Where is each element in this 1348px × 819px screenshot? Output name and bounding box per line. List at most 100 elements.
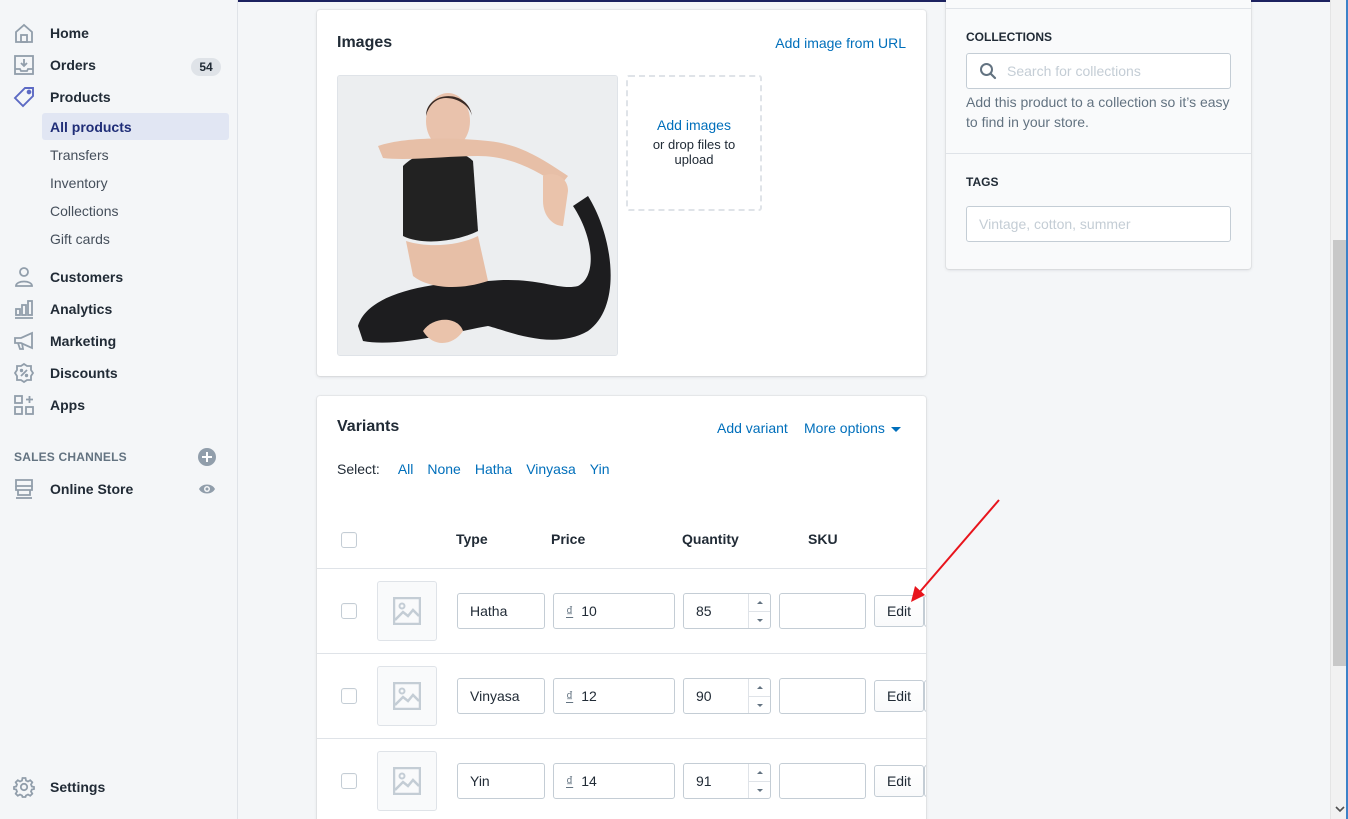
variant-price-input[interactable]: ₫ 12 <box>553 678 675 714</box>
organization-card: COLLECTIONS Add this product to a collec… <box>946 0 1251 269</box>
store-icon <box>12 478 36 500</box>
image-placeholder-icon <box>393 767 421 795</box>
sidebar-item-label: Home <box>50 25 89 41</box>
variant-action-button-partial[interactable] <box>924 595 926 627</box>
variant-image-placeholder[interactable] <box>377 581 437 641</box>
variants-card-title: Variants <box>337 418 400 435</box>
increment-button[interactable] <box>749 764 770 781</box>
sidebar-item-settings[interactable]: Settings <box>0 773 238 801</box>
increment-button[interactable] <box>749 679 770 696</box>
variant-action-button-partial[interactable] <box>924 765 926 797</box>
price-value: 12 <box>581 688 597 704</box>
select-yin-link[interactable]: Yin <box>590 461 610 477</box>
variant-price-input[interactable]: ₫ 10 <box>553 593 675 629</box>
variant-quantity-input[interactable]: 90 <box>683 678 771 714</box>
image-placeholder-icon <box>393 597 421 625</box>
sidebar-subitem-collections[interactable]: Collections <box>42 197 229 224</box>
select-none-link[interactable]: None <box>427 461 460 477</box>
image-placeholder-icon <box>393 682 421 710</box>
increment-button[interactable] <box>749 594 770 611</box>
scrollbar-thumb[interactable] <box>1333 240 1347 666</box>
sidebar-item-label: Apps <box>50 397 85 413</box>
variant-sku-input[interactable] <box>779 593 866 629</box>
more-options-label: More options <box>804 420 885 436</box>
image-dropzone[interactable]: Add images or drop files to upload <box>626 75 762 211</box>
sidebar-item-marketing[interactable]: Marketing <box>0 327 238 355</box>
currency-symbol: ₫ <box>566 688 574 704</box>
scroll-down-arrow-icon[interactable] <box>1335 804 1345 814</box>
sidebar-item-home[interactable]: Home <box>0 19 238 47</box>
arrow-down-icon <box>756 788 763 792</box>
variant-action-button-partial[interactable] <box>924 680 926 712</box>
select-all-link[interactable]: All <box>398 461 414 477</box>
variant-quantity-input[interactable]: 85 <box>683 593 771 629</box>
sidebar-item-customers[interactable]: Customers <box>0 263 238 291</box>
add-image-from-url-link[interactable]: Add image from URL <box>775 35 906 51</box>
variant-checkbox[interactable] <box>341 603 357 619</box>
sidebar-item-discounts[interactable]: Discounts <box>0 359 238 387</box>
quantity-stepper <box>748 764 770 798</box>
tags-heading: TAGS <box>966 175 999 189</box>
add-sales-channel-button[interactable] <box>198 448 216 466</box>
variant-image-placeholder[interactable] <box>377 666 437 726</box>
edit-variant-button[interactable]: Edit <box>874 680 924 712</box>
collections-heading: COLLECTIONS <box>966 30 1052 44</box>
annotation-arrow-shaft <box>917 499 1000 595</box>
variant-sku-input[interactable] <box>779 763 866 799</box>
sidebar-subitem-all-products[interactable]: All products <box>42 113 229 140</box>
column-header-price: Price <box>551 531 586 547</box>
variant-type-input[interactable]: Vinyasa <box>457 678 545 714</box>
images-card-title: Images <box>337 34 393 51</box>
select-all-variants-checkbox[interactable] <box>341 532 357 548</box>
sidebar-subitem-gift-cards[interactable]: Gift cards <box>42 225 229 252</box>
orders-icon <box>12 54 36 76</box>
price-value: 10 <box>581 603 597 619</box>
orders-count-badge: 54 <box>191 58 221 76</box>
column-header-quantity: Quantity <box>682 531 739 547</box>
tags-input[interactable] <box>966 206 1231 242</box>
dropzone-hint: or drop files to upload <box>652 137 736 167</box>
select-hatha-link[interactable]: Hatha <box>475 461 512 477</box>
quantity-stepper <box>748 679 770 713</box>
sidebar-subitem-transfers[interactable]: Transfers <box>42 141 229 168</box>
sidebar-subitem-inventory[interactable]: Inventory <box>42 169 229 196</box>
collections-search-wrapper <box>966 53 1231 89</box>
more-options-dropdown[interactable]: More options <box>804 420 901 436</box>
divider <box>317 738 926 739</box>
price-value: 14 <box>581 773 597 789</box>
sidebar-item-apps[interactable]: Apps <box>0 391 238 419</box>
images-card: Images Add image from URL Add images or … <box>317 10 926 376</box>
person-icon <box>12 266 36 288</box>
view-store-eye-icon[interactable] <box>198 482 216 496</box>
column-header-type: Type <box>456 531 488 547</box>
sidebar-item-orders[interactable]: Orders 54 <box>0 51 238 79</box>
sidebar-item-products[interactable]: Products <box>0 83 238 111</box>
variant-checkbox[interactable] <box>341 688 357 704</box>
sidebar-item-label: Orders <box>50 57 96 73</box>
variant-image-placeholder[interactable] <box>377 751 437 811</box>
sidebar-item-analytics[interactable]: Analytics <box>0 295 238 323</box>
add-images-link[interactable]: Add images <box>628 117 760 133</box>
arrow-down-icon <box>756 703 763 707</box>
variant-type-input[interactable]: Hatha <box>457 593 545 629</box>
decrement-button[interactable] <box>749 611 770 628</box>
sidebar-item-label: Discounts <box>50 365 118 381</box>
variant-quantity-input[interactable]: 91 <box>683 763 771 799</box>
home-icon <box>12 22 36 44</box>
variant-checkbox[interactable] <box>341 773 357 789</box>
variant-sku-input[interactable] <box>779 678 866 714</box>
quantity-stepper <box>748 594 770 628</box>
caret-down-icon <box>890 426 901 432</box>
arrow-up-icon <box>756 601 763 604</box>
variant-price-input[interactable]: ₫ 14 <box>553 763 675 799</box>
edit-variant-button[interactable]: Edit <box>874 595 924 627</box>
add-variant-link[interactable]: Add variant <box>717 420 788 436</box>
select-vinyasa-link[interactable]: Vinyasa <box>526 461 576 477</box>
variant-type-input[interactable]: Yin <box>457 763 545 799</box>
decrement-button[interactable] <box>749 781 770 798</box>
edit-variant-button[interactable]: Edit <box>874 765 924 797</box>
decrement-button[interactable] <box>749 696 770 713</box>
collections-search-input[interactable] <box>966 53 1231 89</box>
quantity-value: 91 <box>696 773 712 789</box>
product-image[interactable] <box>337 75 618 356</box>
